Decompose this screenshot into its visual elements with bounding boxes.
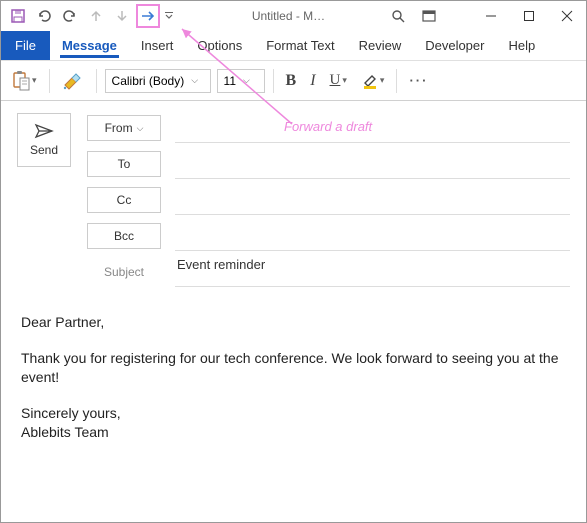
separator bbox=[273, 69, 274, 93]
font-size-select[interactable]: 11 ⌵ bbox=[217, 69, 265, 93]
chevron-down-icon: ⌵ bbox=[137, 123, 144, 134]
bcc-button[interactable]: Bcc bbox=[87, 223, 161, 249]
minimize-button[interactable] bbox=[472, 1, 510, 31]
customize-qat-icon[interactable] bbox=[162, 4, 176, 28]
save-icon[interactable] bbox=[6, 4, 30, 28]
ribbon-tabs: File Message Insert Options Format Text … bbox=[1, 31, 586, 61]
body-closing-line: Sincerely yours, bbox=[21, 404, 566, 424]
font-name-select[interactable]: Calibri (Body) ⌵ bbox=[105, 69, 211, 93]
chevron-down-icon: ⌵ bbox=[240, 75, 253, 86]
body-signature: Ablebits Team bbox=[21, 423, 566, 443]
insert-tab[interactable]: Insert bbox=[129, 31, 186, 60]
to-input[interactable] bbox=[175, 149, 570, 179]
compose-header: Send From ⌵ To Cc Bcc bbox=[1, 101, 586, 297]
redo-icon[interactable] bbox=[58, 4, 82, 28]
separator bbox=[49, 69, 50, 93]
send-icon bbox=[34, 123, 54, 139]
font-name-value: Calibri (Body) bbox=[108, 74, 189, 88]
bold-button[interactable]: B bbox=[282, 69, 301, 93]
to-button[interactable]: To bbox=[87, 151, 161, 177]
file-tab[interactable]: File bbox=[1, 31, 50, 60]
ribbon-display-icon[interactable] bbox=[417, 4, 441, 28]
window-controls bbox=[416, 1, 586, 31]
options-tab[interactable]: Options bbox=[185, 31, 254, 60]
to-row: To bbox=[87, 149, 570, 179]
subject-label: Subject bbox=[87, 265, 161, 279]
maximize-button[interactable] bbox=[510, 1, 548, 31]
outlook-compose-window: Untitled - M… File Message Insert Option… bbox=[0, 0, 587, 523]
message-tab[interactable]: Message bbox=[50, 31, 129, 60]
from-button[interactable]: From ⌵ bbox=[87, 115, 161, 141]
more-options-button[interactable]: ··· bbox=[405, 70, 432, 91]
cc-row: Cc bbox=[87, 185, 570, 215]
chevron-down-icon: ⌵ bbox=[188, 75, 201, 86]
developer-tab[interactable]: Developer bbox=[413, 31, 496, 60]
separator bbox=[96, 69, 97, 93]
subject-row: Subject Event reminder bbox=[87, 257, 570, 287]
bcc-input[interactable] bbox=[175, 221, 570, 251]
cc-button[interactable]: Cc bbox=[87, 187, 161, 213]
from-row: From ⌵ bbox=[87, 113, 570, 143]
search-icon[interactable] bbox=[386, 4, 410, 28]
help-tab[interactable]: Help bbox=[496, 31, 547, 60]
forward-button[interactable] bbox=[136, 4, 160, 28]
underline-button[interactable]: U ▾ bbox=[326, 69, 351, 92]
ribbon-toolbar: ▾ Calibri (Body) ⌵ 11 ⌵ B I U ▾ ▾ ··· bbox=[1, 61, 586, 101]
message-body[interactable]: Dear Partner, Thank you for registering … bbox=[1, 297, 586, 459]
previous-item-icon bbox=[84, 4, 108, 28]
close-button[interactable] bbox=[548, 1, 586, 31]
quick-access-toolbar bbox=[1, 4, 177, 28]
bcc-row: Bcc bbox=[87, 221, 570, 251]
next-item-icon bbox=[110, 4, 134, 28]
paste-button[interactable]: ▾ bbox=[7, 67, 41, 95]
send-button[interactable]: Send bbox=[17, 113, 71, 167]
format-text-tab[interactable]: Format Text bbox=[254, 31, 346, 60]
body-paragraph: Thank you for registering for our tech c… bbox=[21, 349, 566, 388]
review-tab[interactable]: Review bbox=[347, 31, 414, 60]
italic-button[interactable]: I bbox=[306, 69, 319, 93]
cc-input[interactable] bbox=[175, 185, 570, 215]
title-bar: Untitled - M… bbox=[1, 1, 586, 31]
from-input[interactable] bbox=[175, 113, 570, 143]
send-label: Send bbox=[30, 143, 58, 157]
body-greeting: Dear Partner, bbox=[21, 313, 566, 333]
window-title: Untitled - M… bbox=[177, 9, 380, 23]
subject-input[interactable]: Event reminder bbox=[175, 257, 570, 287]
font-size-value: 11 bbox=[220, 74, 240, 88]
format-painter-button[interactable] bbox=[58, 68, 88, 94]
highlight-button[interactable]: ▾ bbox=[357, 69, 389, 93]
separator bbox=[396, 69, 397, 93]
undo-icon[interactable] bbox=[32, 4, 56, 28]
